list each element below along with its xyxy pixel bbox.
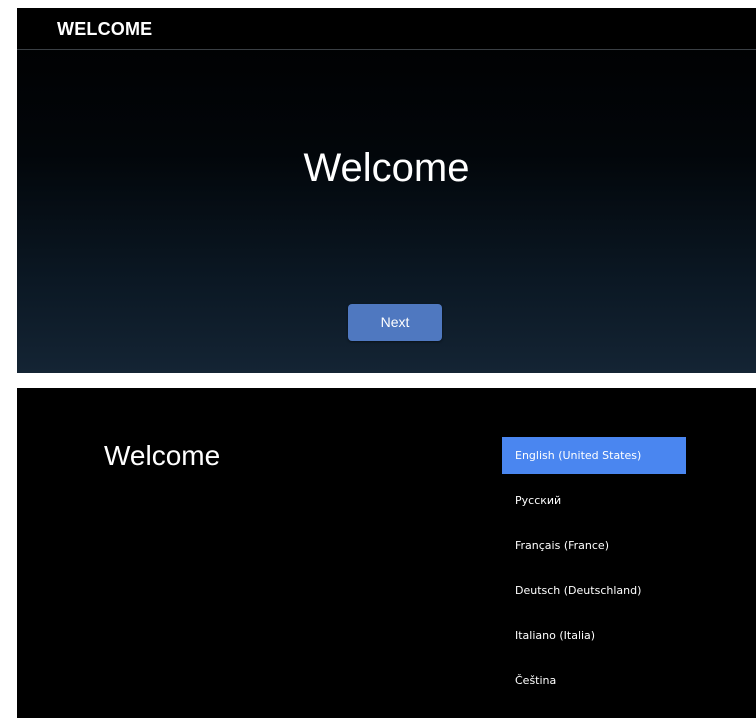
header-title: WELCOME bbox=[57, 19, 153, 39]
language-item-french-france[interactable]: Français (France) bbox=[502, 527, 686, 564]
language-select-screen: Welcome English (United States) Русский … bbox=[17, 388, 756, 718]
language-item-german-germany[interactable]: Deutsch (Deutschland) bbox=[502, 572, 686, 609]
language-screen-welcome-heading: Welcome bbox=[104, 440, 221, 471]
next-button[interactable]: Next bbox=[348, 304, 442, 341]
language-item-italian-italy[interactable]: Italiano (Italia) bbox=[502, 617, 686, 654]
language-item-czech[interactable]: Čeština bbox=[502, 662, 686, 699]
top-header-bar: WELCOME bbox=[17, 8, 756, 50]
welcome-screen-top: WELCOME Welcome Next bbox=[17, 8, 756, 373]
welcome-heading: Welcome bbox=[303, 146, 470, 190]
language-item-russian[interactable]: Русский bbox=[502, 482, 686, 519]
language-item-english-us[interactable]: English (United States) bbox=[502, 437, 686, 474]
